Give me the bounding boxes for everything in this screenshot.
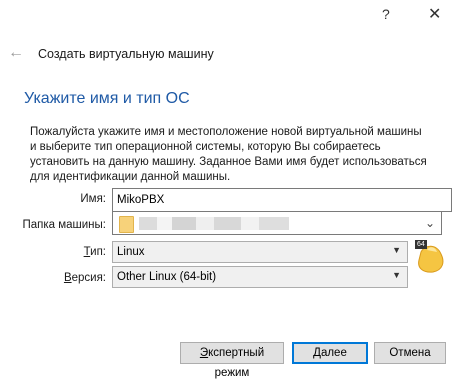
chevron-down-icon[interactable]: ⌄ [425, 216, 435, 230]
name-input[interactable] [112, 188, 452, 212]
type-value: Linux [117, 246, 145, 258]
folder-combo[interactable]: ⌄ [112, 211, 442, 235]
next-button[interactable]: Далее [292, 342, 368, 364]
wizard-title: Создать виртуальную машину [38, 47, 214, 61]
dropdown-arrow-icon[interactable]: ▼ [392, 245, 401, 255]
version-value: Other Linux (64-bit) [117, 271, 217, 283]
folder-icon [119, 216, 134, 233]
help-button[interactable]: ? [382, 6, 390, 22]
close-button[interactable]: ✕ [428, 4, 441, 24]
version-label: Версия: [63, 272, 106, 284]
dropdown-arrow-icon[interactable]: ▼ [392, 270, 401, 280]
folder-path-blurred [139, 217, 289, 230]
os-64bit-badge: 64 [415, 240, 427, 249]
version-select[interactable]: Other Linux (64-bit) ▼ [112, 266, 408, 288]
back-arrow-icon[interactable]: ← [8, 44, 24, 62]
expert-mode-button[interactable]: Экспертный режим [180, 342, 284, 379]
linux-os-icon: 64 [415, 240, 445, 274]
folder-label: Папка машины: [22, 219, 106, 231]
name-label: Имя: [80, 193, 106, 205]
type-label: Тип: [83, 246, 106, 258]
description-text: Пожалуйста укажите имя и местоположение … [30, 126, 427, 183]
type-select[interactable]: Linux ▼ [112, 241, 408, 263]
cancel-button[interactable]: Отмена [374, 342, 446, 364]
page-heading: Укажите имя и тип ОС [24, 90, 190, 107]
